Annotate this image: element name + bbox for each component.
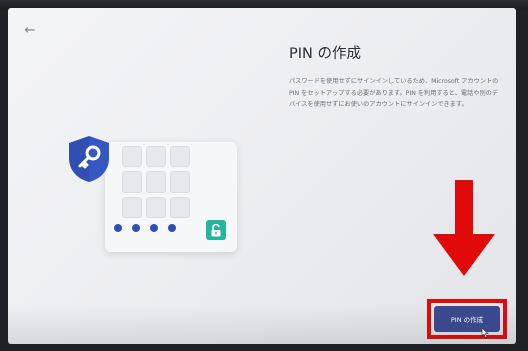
pin-dot [114, 224, 122, 232]
keypad-key [146, 196, 166, 218]
cursor-icon [481, 328, 489, 338]
pin-dots [114, 224, 176, 232]
keypad-grid [122, 146, 194, 218]
pin-illustration [8, 8, 516, 344]
unlock-icon [206, 220, 226, 240]
keypad-key [122, 171, 142, 193]
keypad-key [146, 171, 166, 193]
pin-dot [168, 224, 176, 232]
pin-dot [150, 224, 158, 232]
keypad-key [146, 146, 166, 168]
keypad-key [122, 146, 142, 168]
keypad-key [170, 196, 190, 218]
pin-dot [132, 224, 140, 232]
keypad-key [170, 146, 190, 168]
keypad-key [122, 196, 142, 218]
setup-screen: ← PIN の作成 パスワードを使用せずにサインインしているため、Microso… [8, 8, 516, 344]
down-arrow-annotation [433, 180, 495, 276]
create-pin-button[interactable]: PIN の作成 [434, 306, 500, 332]
shield-key-icon [69, 136, 109, 182]
keypad-key [170, 171, 190, 193]
